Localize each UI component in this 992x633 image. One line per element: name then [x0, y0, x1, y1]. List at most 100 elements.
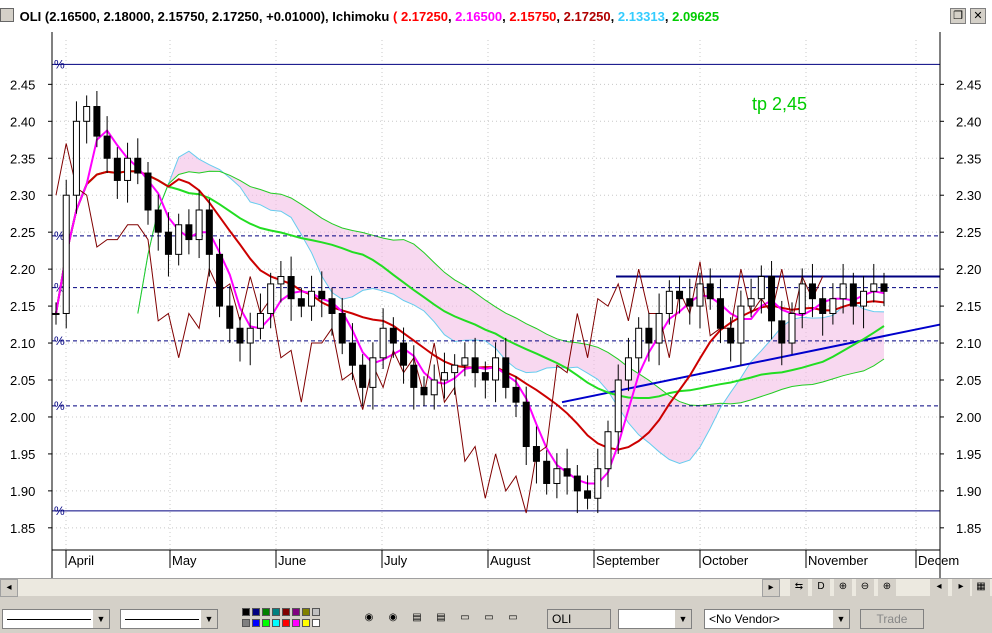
- candle-body: [216, 253, 224, 307]
- price-chart[interactable]: %%%%%% 2.45 2.452.40 2.402.35 2.352.30 2.302…: [0, 32, 992, 578]
- candle-body: [83, 106, 91, 122]
- candle-body: [798, 283, 806, 314]
- color-swatch[interactable]: [262, 619, 270, 627]
- tool-button-3[interactable]: ▤: [408, 610, 426, 628]
- tool-button-5[interactable]: ▭: [456, 610, 474, 628]
- y-tick-label-right: 2.10: [956, 336, 981, 351]
- horizontal-scrollbar[interactable]: ◂ ▸ ⇆ D ⊕ ⊖ ⊕ ◂ ▸ ▦: [0, 578, 992, 597]
- candle-body: [420, 386, 428, 396]
- y-tick-label-right: 1.85: [956, 521, 981, 536]
- nav-back-icon[interactable]: ◂: [930, 579, 948, 597]
- y-tick-label: 2.25: [10, 225, 35, 240]
- candle-body: [440, 372, 448, 381]
- color-palette[interactable]: [240, 608, 330, 630]
- color-swatch[interactable]: [242, 608, 250, 616]
- x-tick-label: August: [490, 553, 531, 568]
- close-icon[interactable]: ✕: [970, 8, 986, 24]
- candle-body: [706, 283, 714, 300]
- candle-body: [236, 327, 244, 344]
- x-tick-label: September: [596, 553, 660, 568]
- candle-body: [645, 327, 653, 344]
- candle-body: [277, 276, 285, 285]
- vendor-select-value: <No Vendor>: [709, 612, 780, 626]
- interval-select[interactable]: ▼: [618, 609, 692, 629]
- y-tick-label: 2.40: [10, 114, 35, 129]
- candle-body: [747, 298, 755, 307]
- color-swatch[interactable]: [282, 608, 290, 616]
- color-swatch[interactable]: [312, 608, 320, 616]
- color-swatch[interactable]: [292, 608, 300, 616]
- scroll-left-button[interactable]: ◂: [0, 579, 18, 597]
- symbol-field[interactable]: OLI: [547, 609, 611, 629]
- color-swatch[interactable]: [262, 608, 270, 616]
- candle-body: [267, 283, 275, 314]
- color-swatch[interactable]: [302, 608, 310, 616]
- color-swatch[interactable]: [242, 619, 250, 627]
- candle-body: [451, 364, 459, 374]
- color-swatch[interactable]: [252, 619, 260, 627]
- color-swatch[interactable]: [302, 619, 310, 627]
- candle-body: [788, 312, 796, 344]
- candle-body: [614, 379, 622, 433]
- tp-annotation: tp 2,45: [752, 94, 807, 114]
- candle-body: [124, 157, 132, 181]
- candle-body: [226, 305, 234, 329]
- zoom-reset-icon[interactable]: ⊕: [878, 579, 896, 597]
- zoom-out-icon[interactable]: ⊖: [856, 579, 874, 597]
- candle-body: [553, 468, 561, 484]
- tool-button-4[interactable]: ▤: [432, 610, 450, 628]
- candle-body: [849, 283, 857, 307]
- color-swatch[interactable]: [312, 619, 320, 627]
- grid-icon[interactable]: ▦: [972, 579, 990, 597]
- candle-body: [308, 290, 316, 307]
- candle-body: [808, 283, 816, 300]
- color-swatch[interactable]: [272, 619, 280, 627]
- color-swatch[interactable]: [282, 619, 290, 627]
- candle-body: [103, 135, 111, 159]
- candle-body: [624, 357, 632, 381]
- candle-body: [635, 327, 643, 359]
- candle-body: [246, 327, 254, 344]
- candle-body: [584, 490, 592, 499]
- indicator-name: Ichimoku: [332, 9, 390, 24]
- trade-button[interactable]: Trade: [860, 609, 924, 629]
- symbol-label: OLI: [19, 9, 42, 24]
- line-style-select[interactable]: ▼: [2, 609, 110, 629]
- x-tick-label: July: [384, 553, 408, 568]
- ichimoku-value-3: 2.15750: [509, 9, 557, 24]
- x-tick-label: Decem: [918, 553, 959, 568]
- candle-body: [563, 468, 571, 477]
- y-tick-label: 2.45: [10, 77, 35, 92]
- candle-body: [778, 320, 786, 344]
- ichimoku-value-1: 2.17250: [400, 9, 448, 24]
- candle-body: [481, 372, 489, 381]
- candle-body: [829, 298, 837, 314]
- vendor-select[interactable]: <No Vendor> ▼: [704, 609, 850, 629]
- candle-body: [205, 209, 213, 255]
- scroll-right-button[interactable]: ▸: [762, 579, 780, 597]
- candle-body: [696, 283, 704, 307]
- color-swatch[interactable]: [272, 608, 280, 616]
- candle-body: [471, 357, 479, 374]
- restore-window-icon[interactable]: ❐: [950, 8, 966, 24]
- ichimoku-value-2: 2.16500: [455, 9, 503, 24]
- candle-body: [604, 431, 612, 470]
- chart-title: OLI (2.16500, 2.18000, 2.15750, 2.17250,…: [0, 8, 719, 26]
- line-width-select[interactable]: ▼: [120, 609, 218, 629]
- tool-button-2[interactable]: ◉: [384, 610, 402, 628]
- tool-button-7[interactable]: ▭: [504, 610, 522, 628]
- scroll-track[interactable]: [18, 581, 758, 595]
- candle-body: [716, 298, 724, 329]
- chevron-down-icon: ▼: [201, 610, 217, 628]
- color-swatch[interactable]: [292, 619, 300, 627]
- tool-button-1[interactable]: ◉: [360, 610, 378, 628]
- candle-body: [144, 172, 152, 211]
- chart-icon: [0, 8, 14, 22]
- nav-icon-2[interactable]: D: [812, 579, 830, 597]
- color-swatch[interactable]: [252, 608, 260, 616]
- nav-forward-icon[interactable]: ▸: [952, 579, 970, 597]
- tool-button-6[interactable]: ▭: [480, 610, 498, 628]
- candle-body: [522, 401, 530, 448]
- nav-icon-1[interactable]: ⇆: [790, 579, 808, 597]
- zoom-in-icon[interactable]: ⊕: [834, 579, 852, 597]
